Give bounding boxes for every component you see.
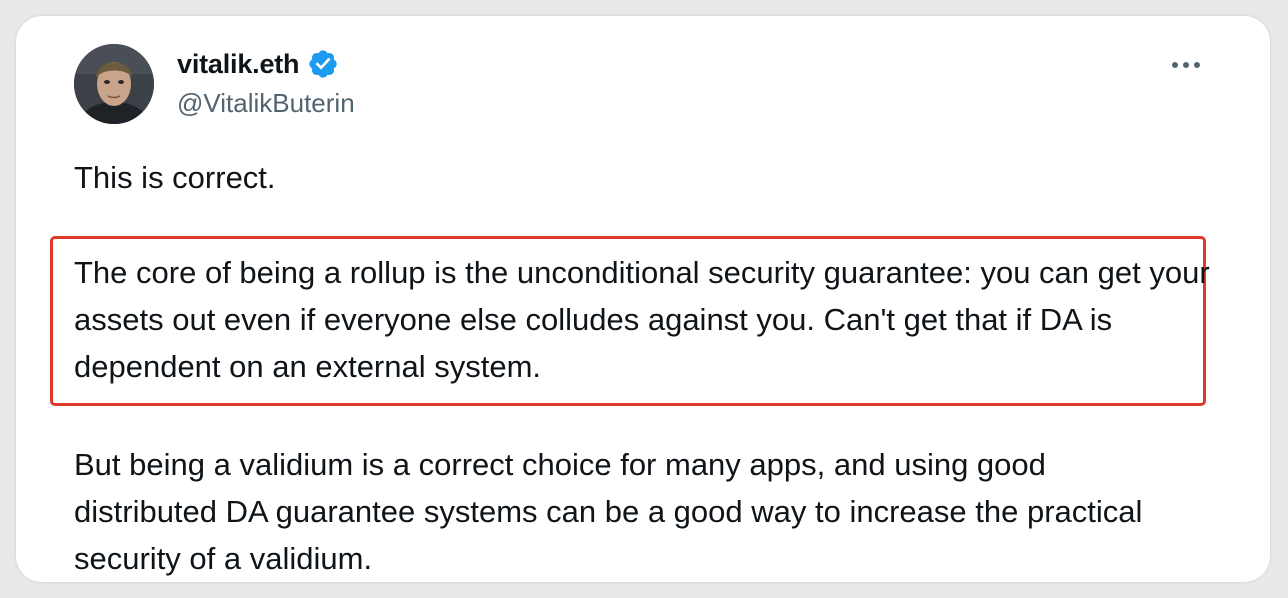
tweet-paragraph-2: The core of being a rollup is the uncond… <box>74 255 1210 384</box>
author-handle[interactable]: @VitalikButerin <box>177 88 355 119</box>
tweet-paragraph-3: But being a validium is a correct choice… <box>74 447 1143 576</box>
avatar-image <box>74 44 154 124</box>
author-name-row: vitalik.eth <box>177 46 339 82</box>
display-name[interactable]: vitalik.eth <box>177 49 300 80</box>
tweet-paragraph-1: This is correct. <box>74 160 276 195</box>
avatar[interactable] <box>74 44 154 124</box>
verified-badge-icon <box>307 48 339 80</box>
tweet-card: vitalik.eth @VitalikButerin This is corr… <box>16 16 1270 582</box>
more-options-icon[interactable] <box>1166 50 1206 80</box>
